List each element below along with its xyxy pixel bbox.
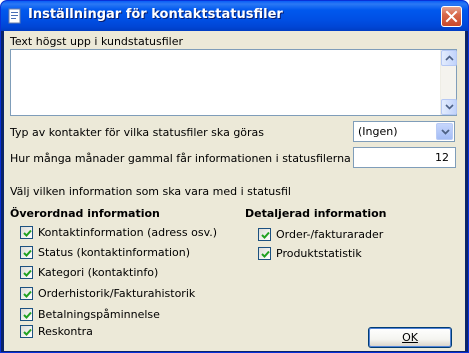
checkbox[interactable] (20, 287, 33, 300)
check-icon (23, 311, 32, 319)
close-icon (445, 10, 458, 23)
checkbox[interactable] (258, 247, 271, 260)
scroll-up-button[interactable] (441, 50, 457, 66)
contact-type-label: Typ av kontakter för vilka statusfiler s… (10, 126, 265, 139)
overview-heading: Överordnad information (10, 207, 160, 220)
contact-type-select[interactable]: (Ingen) (353, 121, 455, 142)
chevron-up-icon (445, 55, 454, 61)
top-text-input[interactable] (10, 49, 457, 116)
ok-button-label: OK (402, 331, 418, 344)
check-icon (261, 231, 270, 239)
check-icon (23, 269, 32, 277)
check-icon (23, 229, 32, 237)
checkbox-label: Reskontra (38, 325, 93, 338)
window-title: Inställningar för kontaktstatusfiler (28, 7, 283, 22)
checkbox[interactable] (20, 266, 33, 279)
close-button[interactable] (441, 6, 462, 27)
detail-heading: Detaljerad information (245, 207, 387, 220)
checkbox[interactable] (258, 228, 271, 241)
checkbox[interactable] (20, 226, 33, 239)
checkbox[interactable] (20, 325, 33, 338)
checkbox-label: Order-/fakturarader (276, 228, 384, 241)
checkbox-label: Status (kontaktinformation) (38, 246, 191, 259)
title-bar[interactable]: Inställningar för kontaktstatusfiler (1, 1, 468, 31)
months-value: 12 (435, 151, 449, 164)
checkbox-label: Kontaktinformation (adress osv.) (38, 226, 218, 239)
checkbox-label: Betalningspåminnelse (38, 308, 160, 321)
checkbox-label: Kategori (kontaktinfo) (38, 266, 159, 279)
scroll-down-button[interactable] (441, 99, 457, 115)
dialog-body: Text högst upp i kundstatusfiler Typ av … (4, 31, 465, 351)
chevron-down-icon (445, 104, 454, 110)
check-icon (23, 328, 32, 336)
settings-dialog: Inställningar för kontaktstatusfiler Tex… (0, 0, 469, 353)
checkbox-label: Orderhistorik/Fakturahistorik (38, 287, 196, 300)
top-text-label: Text högst upp i kundstatusfiler (10, 35, 183, 48)
chevron-down-icon (441, 129, 450, 135)
months-label: Hur många månader gammal får information… (10, 152, 385, 165)
ok-button[interactable]: OK (368, 327, 452, 348)
months-input[interactable]: 12 (353, 147, 456, 168)
check-icon (23, 249, 32, 257)
document-icon (8, 8, 21, 24)
choose-info-label: Välj vilken information som ska vara med… (10, 185, 291, 198)
contact-type-dropdown-button[interactable] (436, 123, 453, 140)
checkbox-label: Produktstatistik (276, 247, 362, 260)
checkbox[interactable] (20, 308, 33, 321)
check-icon (261, 250, 270, 258)
contact-type-value: (Ingen) (358, 125, 398, 138)
checkbox[interactable] (20, 246, 33, 259)
check-icon (23, 290, 32, 298)
top-text-scrollbar[interactable] (440, 50, 457, 115)
